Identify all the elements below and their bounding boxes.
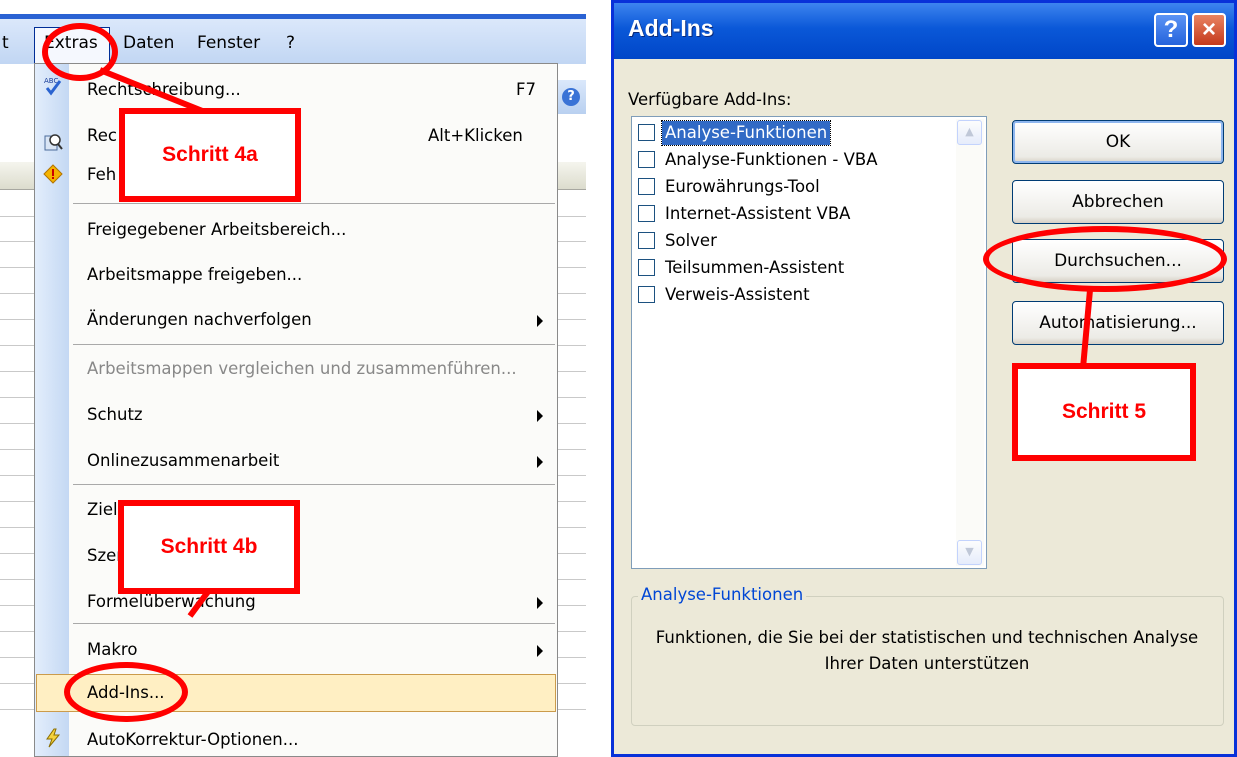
toolbar-fragment: ?	[556, 80, 586, 114]
menu-item-fehlerueberpruefung[interactable]: Feh	[87, 165, 116, 184]
list-item-label: Internet-Assistent VBA	[665, 204, 851, 223]
error-check-icon	[43, 164, 63, 184]
menu-item-arbeitsmappe-freigeben[interactable]: Arbeitsmappe freigeben...	[87, 265, 302, 284]
step-4a-callout: Schritt 4a	[119, 108, 301, 202]
list-item-label: Eurowährungs-Tool	[665, 177, 820, 196]
submenu-arrow-icon	[537, 597, 543, 609]
add-ins-listbox[interactable]: Analyse-Funktionen Analyse-Funktionen - …	[631, 116, 987, 569]
menu-item-arbeitsmappen-vergleichen: Arbeitsmappen vergleichen und zusammenfü…	[87, 359, 517, 378]
checkbox[interactable]	[638, 232, 655, 249]
menu-item-recherche[interactable]: Rec	[87, 126, 117, 145]
menu-item-freigegebener-arbeitsbereich[interactable]: Freigegebener Arbeitsbereich...	[87, 220, 346, 239]
automation-button[interactable]: Automatisierung...	[1012, 301, 1224, 345]
highlight-oval-browse	[983, 226, 1227, 292]
checkbox[interactable]	[638, 124, 655, 141]
menu-separator	[73, 623, 555, 624]
ok-button[interactable]: OK	[1012, 120, 1224, 164]
list-item-label: Teilsummen-Assistent	[665, 258, 845, 277]
available-add-ins-label: Verfügbare Add-Ins:	[628, 90, 792, 109]
checkbox[interactable]	[638, 259, 655, 276]
spellcheck-icon: ABC	[44, 77, 62, 96]
menu-item-rechtschreibung[interactable]: Rechtschreibung...	[87, 80, 241, 99]
checkbox[interactable]	[638, 178, 655, 195]
description-title: Analyse-Funktionen	[638, 585, 807, 604]
scroll-up-icon[interactable]: ▲	[957, 120, 982, 145]
cancel-button[interactable]: Abbrechen	[1012, 180, 1224, 224]
menu-bar-item-fenster[interactable]: Fenster	[197, 33, 260, 53]
description-text: Funktionen, die Sie bei der statistische…	[655, 628, 1199, 673]
help-button[interactable]: ?	[1154, 13, 1188, 47]
list-item-label: Solver	[665, 231, 717, 250]
menu-separator	[73, 484, 555, 485]
checkbox[interactable]	[638, 205, 655, 222]
menu-item-schutz[interactable]: Schutz	[87, 405, 143, 424]
research-icon	[44, 134, 63, 151]
highlight-oval-extras	[42, 23, 118, 81]
menu-item-onlinezusammenarbeit[interactable]: Onlinezusammenarbeit	[87, 451, 279, 470]
highlight-oval-add-ins	[64, 662, 188, 722]
checkbox[interactable]	[638, 286, 655, 303]
scroll-down-icon[interactable]: ▼	[957, 540, 982, 565]
submenu-arrow-icon	[537, 315, 543, 327]
step-5-callout: Schritt 5	[1012, 363, 1196, 461]
menu-separator	[73, 344, 555, 345]
list-item-label: Verweis-Assistent	[665, 285, 810, 304]
menu-item-zielwertsuche[interactable]: Ziel	[87, 500, 118, 519]
menu-item-rechtschreibung-shortcut: F7	[516, 80, 536, 99]
menu-item-autokorrektur-optionen[interactable]: AutoKorrektur-Optionen...	[87, 730, 299, 749]
menu-bar-item-daten[interactable]: Daten	[123, 33, 174, 53]
menu-bar-item-partial[interactable]: t	[2, 33, 9, 53]
close-button[interactable]: ×	[1192, 13, 1226, 47]
menu-item-makro[interactable]: Makro	[87, 640, 137, 659]
menu-item-aenderungen-nachverfolgen[interactable]: Änderungen nachverfolgen	[87, 310, 312, 329]
dialog-title: Add-Ins	[628, 15, 714, 41]
dialog-title-bar[interactable]: Add-Ins ? ×	[614, 3, 1234, 59]
menu-separator	[73, 203, 555, 204]
submenu-arrow-icon	[537, 645, 543, 657]
list-item-label: Analyse-Funktionen	[660, 120, 832, 146]
listbox-scrollbar[interactable]: ▲ ▼	[956, 119, 984, 566]
autocorrect-icon	[46, 728, 61, 748]
help-icon[interactable]: ?	[562, 88, 580, 106]
checkbox[interactable]	[638, 151, 655, 168]
list-item-label: Analyse-Funktionen - VBA	[665, 150, 878, 169]
step-4b-callout: Schritt 4b	[118, 500, 300, 594]
submenu-arrow-icon	[537, 410, 543, 422]
submenu-arrow-icon	[537, 456, 543, 468]
menu-item-recherche-shortcut: Alt+Klicken	[428, 126, 523, 145]
menu-item-formelueberwachung[interactable]: Formelüberwachung	[87, 592, 256, 611]
menu-bar-item-help[interactable]: ?	[286, 33, 295, 53]
